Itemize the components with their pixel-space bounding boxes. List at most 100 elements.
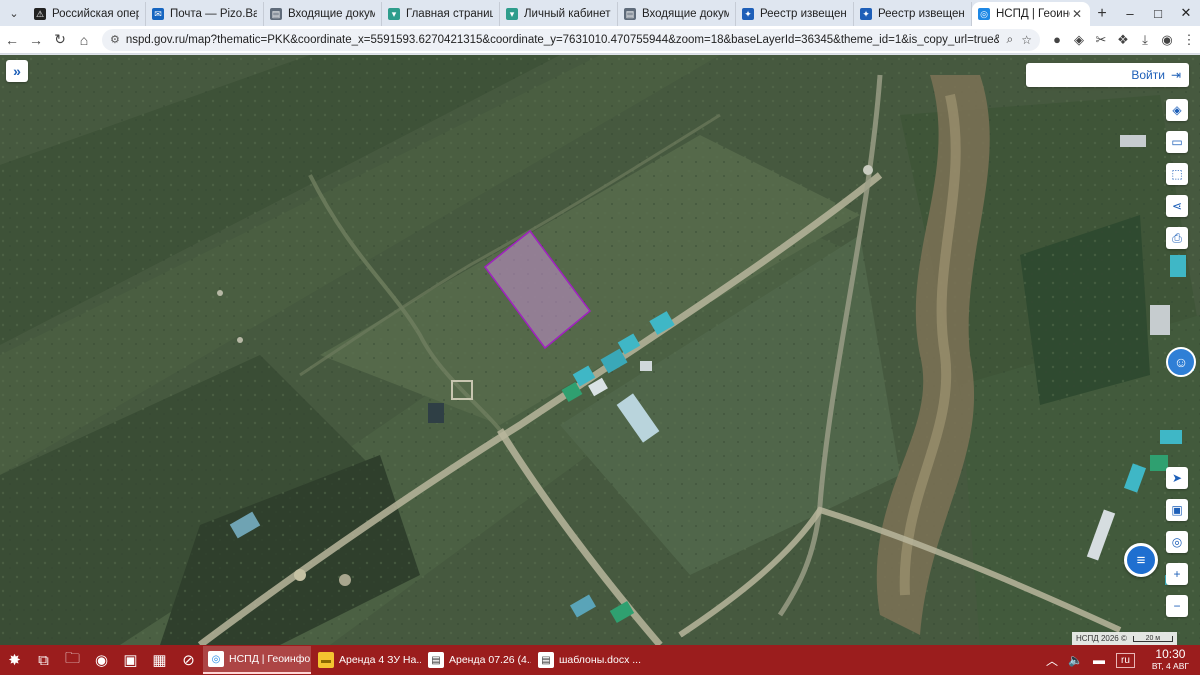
tab-4[interactable]: ▾ Главная страниц <box>382 2 500 26</box>
emblem-icon: ✦ <box>860 8 872 20</box>
address-bar[interactable]: ⚙ nspd.gov.ru/map?thematic=PKK&coordinat… <box>102 28 1040 51</box>
menu-icon[interactable]: ⋮ <box>1178 28 1200 52</box>
tab-8[interactable]: ✦ Реестр извещени <box>854 2 972 26</box>
tab-7[interactable]: ✦ Реестр извещени <box>736 2 854 26</box>
map-view[interactable]: » Войти ⇥ ◈ ▭ ⬚ ⋖ ⎙ ☺ ➤ ▣ ◎ + − ≡ НСПД 2… <box>0 55 1200 645</box>
assistant-icon[interactable]: ☺ <box>1166 347 1196 377</box>
zoom-out-icon[interactable]: − <box>1166 595 1188 617</box>
tab-title: Российская опер <box>52 8 139 20</box>
taskbar-task-nspd[interactable]: ◎ НСПД | Геоинфо... <box>203 646 311 674</box>
browser-toolbar: ← → ↻ ⌂ ⚙ nspd.gov.ru/map?thematic=PKK&c… <box>0 26 1200 54</box>
bookmark-star-icon[interactable]: ☆ <box>1021 33 1032 47</box>
tab-title: Главная страниц <box>406 8 493 20</box>
clock-date: ВТ, 4 АВГ <box>1151 661 1189 671</box>
tab-title: Входящие докум <box>642 8 729 20</box>
login-button[interactable]: Войти ⇥ <box>1026 63 1189 87</box>
layers-icon[interactable]: ◈ <box>1166 99 1188 121</box>
location-icon[interactable]: ◎ <box>1166 531 1188 553</box>
extension-icon[interactable]: ◈ <box>1068 28 1090 52</box>
start-menu-icon[interactable]: ✸ <box>0 645 29 675</box>
tab-title: Личный кабинет <box>524 8 611 20</box>
taskbar-task-folder[interactable]: ▬ Аренда 4 ЗУ На... <box>313 646 421 674</box>
task-label: Аренда 4 ЗУ На... <box>339 654 421 666</box>
photo-app-icon[interactable]: ▣ <box>116 645 145 675</box>
files-icon[interactable]: 🗀 <box>58 645 87 675</box>
nspd-task-icon: ◎ <box>208 651 224 667</box>
home-icon[interactable]: ⌂ <box>72 28 96 52</box>
taskbar-task-doc1[interactable]: ▤ Аренда 07.26 (4... <box>423 646 531 674</box>
task-label: шаблоны.docx ... <box>559 654 641 666</box>
tab-title: Реестр извещени <box>760 8 847 20</box>
zoom-icon[interactable]: ⌕ <box>1007 32 1014 47</box>
chat-icon[interactable]: ≡ <box>1124 543 1158 577</box>
window-controls: – □ ✕ <box>1116 0 1200 26</box>
tray-expand-icon[interactable]: ︿ <box>1041 652 1063 669</box>
forward-icon[interactable]: → <box>24 28 48 52</box>
emblem-icon: ✦ <box>742 8 754 20</box>
keyboard-layout[interactable]: ru <box>1115 652 1135 668</box>
gosuslugi-icon: ▾ <box>506 8 518 20</box>
os-taskbar: ✸ ⧉ 🗀 ◉ ▣ ▦ ⊘ ◎ НСПД | Геоинфо... ▬ Аренда… <box>0 645 1200 675</box>
expand-panel-icon[interactable]: » <box>6 60 28 82</box>
clock[interactable]: 10:30 ВТ, 4 АВГ <box>1141 648 1200 672</box>
minimize-icon[interactable]: – <box>1116 0 1144 26</box>
document-icon: ▤ <box>624 8 636 20</box>
tab-5[interactable]: ▾ Личный кабинет <box>500 2 618 26</box>
clock-time: 10:30 <box>1155 647 1186 661</box>
tab-3[interactable]: ▤ Входящие докум <box>264 2 382 26</box>
chromium-icon[interactable]: ◉ <box>87 645 116 675</box>
blocked-icon[interactable]: ⊘ <box>174 645 203 675</box>
volume-icon[interactable]: 🔈 <box>1063 653 1088 667</box>
document-icon: ▤ <box>538 652 554 668</box>
tab-title: НСПД | Геоинфор <box>996 8 1070 20</box>
attribution-text: НСПД 2026 © <box>1076 634 1127 643</box>
navigate-icon[interactable]: ➤ <box>1166 467 1188 489</box>
nspd-icon: ◎ <box>978 8 990 20</box>
taskbar-task-doc2[interactable]: ▤ шаблоны.docx ... <box>533 646 641 674</box>
satellite-imagery <box>0 55 1200 645</box>
gosuslugi-icon: ▾ <box>388 8 400 20</box>
reload-icon[interactable]: ↻ <box>48 28 72 52</box>
warning-icon: ⚠ <box>34 8 46 20</box>
system-tray: ︿ 🔈 ▬ ru 10:30 ВТ, 4 АВГ <box>1041 645 1200 675</box>
new-tab-button[interactable]: + <box>1090 2 1114 26</box>
task-label: НСПД | Геоинфо... <box>229 653 311 665</box>
tools-icon[interactable]: ✂ <box>1090 28 1112 52</box>
maps-app-icon[interactable]: ▦ <box>145 645 174 675</box>
download-icon[interactable]: ⤓ <box>1134 28 1156 52</box>
close-tab-icon[interactable]: ✕ <box>1070 7 1084 21</box>
maximize-icon[interactable]: □ <box>1144 0 1172 26</box>
ruler-icon[interactable]: ▭ <box>1166 131 1188 153</box>
tab-1[interactable]: ⚠ Российская опер <box>28 2 146 26</box>
picture-in-picture-icon[interactable]: ▣ <box>1166 499 1188 521</box>
tab-title: Входящие докум <box>288 8 375 20</box>
tab-search-icon[interactable]: ⌄ <box>0 0 28 26</box>
tab-strip: ⌄ ⚠ Российская опер ✉ Почта — Pizo.Bahr ▤ В… <box>0 0 1200 26</box>
tab-6[interactable]: ▤ Входящие докум <box>618 2 736 26</box>
scale-bar: 20 м <box>1132 635 1173 642</box>
document-icon: ▤ <box>428 652 444 668</box>
tab-title: Реестр извещени <box>878 8 965 20</box>
select-area-icon[interactable]: ⬚ <box>1166 163 1188 185</box>
map-attribution: НСПД 2026 © 20 м <box>1072 632 1177 645</box>
print-icon[interactable]: ⎙ <box>1166 227 1188 249</box>
document-icon: ▤ <box>270 8 282 20</box>
tab-2[interactable]: ✉ Почта — Pizo.Bahr <box>146 2 264 26</box>
extension-dot-icon[interactable]: ● <box>1046 28 1068 52</box>
tab-9-active[interactable]: ◎ НСПД | Геоинфор✕ <box>972 2 1090 26</box>
folder-icon: ▬ <box>318 652 334 668</box>
task-label: Аренда 07.26 (4... <box>449 654 531 666</box>
url-text: nspd.gov.ru/map?thematic=PKK&coordinate_… <box>125 33 999 46</box>
zoom-in-icon[interactable]: + <box>1166 563 1188 585</box>
close-window-icon[interactable]: ✕ <box>1172 0 1200 26</box>
share-icon[interactable]: ⋖ <box>1166 195 1188 217</box>
desktops-icon[interactable]: ⧉ <box>29 645 58 675</box>
site-info-icon[interactable]: ⚙ <box>110 33 120 46</box>
mail-icon: ✉ <box>152 8 164 20</box>
profile-icon[interactable]: ◉ <box>1156 28 1178 52</box>
battery-icon[interactable]: ▬ <box>1088 653 1110 667</box>
login-arrow-icon: ⇥ <box>1170 68 1181 82</box>
back-icon[interactable]: ← <box>0 28 24 52</box>
extensions-puzzle-icon[interactable]: ❖ <box>1112 28 1134 52</box>
login-label: Войти <box>1131 68 1165 82</box>
